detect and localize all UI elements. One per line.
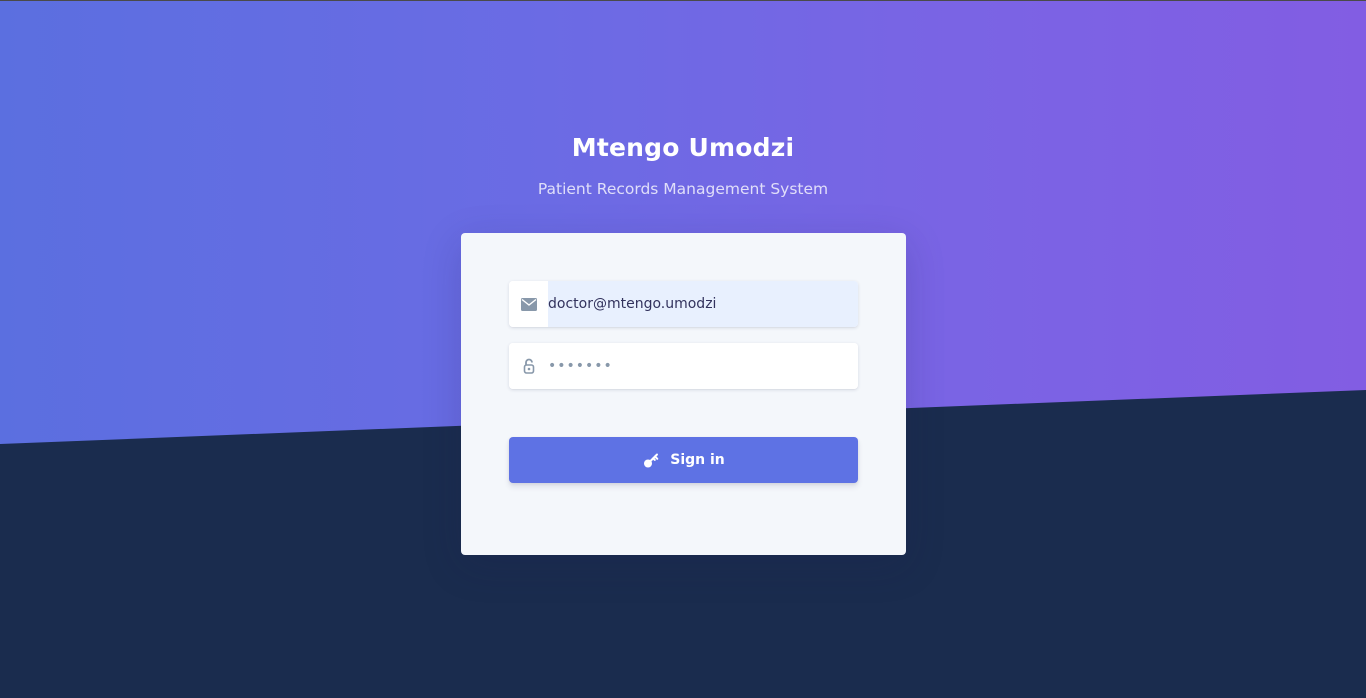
password-input[interactable] xyxy=(548,343,858,389)
key-icon xyxy=(642,451,660,469)
app-subtitle: Patient Records Management System xyxy=(537,180,829,198)
window-top-border xyxy=(0,0,1366,1)
login-card: Sign in xyxy=(461,233,906,555)
envelope-icon xyxy=(509,281,548,327)
email-field-group xyxy=(509,281,858,327)
email-input[interactable] xyxy=(548,281,858,327)
sign-in-label: Sign in xyxy=(670,452,725,468)
password-field-group xyxy=(509,343,858,389)
unlock-icon xyxy=(509,343,548,389)
app-title: Mtengo Umodzi xyxy=(571,133,795,162)
sign-in-button[interactable]: Sign in xyxy=(509,437,858,483)
